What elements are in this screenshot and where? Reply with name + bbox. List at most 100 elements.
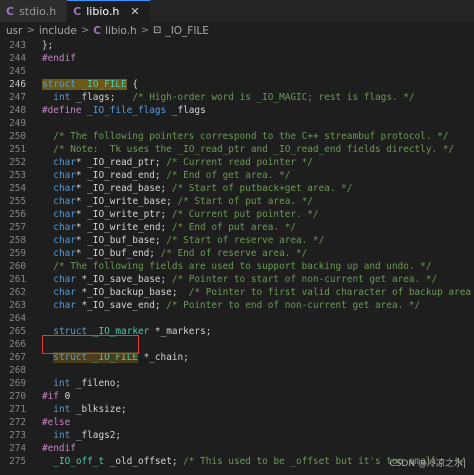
line-number: 269: [9, 378, 26, 389]
line-number: 270: [9, 391, 26, 402]
tab-libio-h[interactable]: C libio.h ✕: [67, 0, 151, 22]
breadcrumb-item-symbol[interactable]: _IO_FILE: [165, 25, 208, 37]
code-line[interactable]: 258 char* _IO_buf_base; /* Start of rese…: [0, 234, 474, 247]
line-number: 273: [9, 430, 26, 441]
code-token: char: [53, 248, 76, 259]
watermark: CSDN @冷凉之水|: [389, 459, 466, 469]
code-text: char* _IO_read_base; /* Start of putback…: [42, 182, 352, 195]
code-line[interactable]: 263 char *_IO_save_end; /* Pointer to en…: [0, 299, 474, 312]
code-line[interactable]: 243};: [0, 39, 474, 52]
line-number: 271: [9, 404, 26, 415]
code-line[interactable]: 260 /* The following fields are used to …: [0, 260, 474, 273]
breadcrumb-item-usr[interactable]: usr: [6, 25, 22, 37]
breadcrumb-item-file[interactable]: libio.h: [105, 25, 137, 37]
code-text: #endif: [42, 442, 76, 455]
line-number: 274: [9, 443, 26, 454]
tab-stdio-h[interactable]: C stdio.h: [0, 0, 68, 22]
line-number: 250: [9, 131, 26, 142]
code-text: int _blksize;: [42, 403, 127, 416]
line-number: 263: [9, 300, 26, 311]
code-token: * _IO_write_end;: [75, 222, 172, 233]
line-number: 247: [9, 92, 26, 103]
code-line[interactable]: 254 char* _IO_read_base; /* Start of put…: [0, 182, 474, 195]
code-line[interactable]: 244 #endif: [0, 52, 474, 65]
line-number: 260: [9, 261, 26, 272]
code-text: /* The following pointers correspond to …: [42, 130, 448, 143]
close-icon[interactable]: ✕: [130, 5, 139, 18]
code-line[interactable]: 255 char* _IO_write_base; /* Start of pu…: [0, 195, 474, 208]
struct-symbol-icon: ⊡: [153, 25, 162, 36]
c-file-icon: C: [73, 5, 82, 18]
code-line[interactable]: 253 char* _IO_read_end; /* End of get ar…: [0, 169, 474, 182]
code-line[interactable]: 268: [0, 364, 474, 377]
code-token: /* Current read pointer */: [166, 157, 313, 168]
line-number: 255: [9, 196, 26, 207]
code-line[interactable]: 264: [0, 312, 474, 325]
line-number: 258: [9, 235, 26, 246]
code-line[interactable]: 248 #define _IO_file_flags _flags: [0, 104, 474, 117]
breadcrumb: usr > include > C libio.h > ⊡ _IO_FILE: [0, 22, 474, 39]
tab-label: libio.h: [86, 5, 120, 18]
code-token: #endif: [42, 443, 76, 454]
highlight-box: [42, 335, 139, 354]
code-line[interactable]: 245: [0, 65, 474, 78]
code-text: char *_IO_save_end; /* Pointer to end of…: [42, 299, 420, 312]
code-token: int: [53, 404, 71, 415]
code-line[interactable]: 249: [0, 117, 474, 130]
code-line[interactable]: 250 /* The following pointers correspond…: [0, 130, 474, 143]
line-number: 256: [9, 209, 26, 220]
code-token: char: [53, 196, 76, 207]
code-line[interactable]: 259 char* _IO_buf_end; /* End of reserve…: [0, 247, 474, 260]
breadcrumb-item-include[interactable]: include: [39, 25, 77, 37]
tab-bar: C stdio.h C libio.h ✕: [0, 0, 474, 23]
code-line[interactable]: 252 char* _IO_read_ptr; /* Current read …: [0, 156, 474, 169]
code-line[interactable]: 256 char* _IO_write_ptr; /* Current put …: [0, 208, 474, 221]
line-number: 251: [9, 144, 26, 155]
code-token: *_chain;: [137, 352, 189, 363]
code-line[interactable]: 273 int _flags2;: [0, 429, 474, 442]
code-line[interactable]: 251 /* Note: Tk uses the _IO_read_ptr an…: [0, 143, 474, 156]
line-number: 268: [9, 365, 26, 376]
code-token: _flags: [166, 105, 206, 116]
line-number: 248: [9, 105, 26, 116]
code-text: struct _IO_FILE {: [42, 78, 138, 91]
code-text: int _flags2;: [42, 429, 121, 442]
code-editor[interactable]: 243}; 244 #endif 245 246 struct _IO_FILE {247…: [0, 39, 474, 475]
code-token: int: [53, 430, 71, 441]
code-line[interactable]: 246 struct _IO_FILE {: [0, 78, 474, 91]
code-line[interactable]: 257 char* _IO_write_end; /* End of put a…: [0, 221, 474, 234]
code-line[interactable]: 270 #if 0: [0, 390, 474, 403]
code-text: char *_IO_save_base; /* Pointer to start…: [42, 273, 437, 286]
code-line[interactable]: 269 int _fileno;: [0, 377, 474, 390]
code-token: /* End of get area. */: [166, 170, 291, 181]
code-token: int: [53, 92, 71, 103]
line-number: 259: [9, 248, 26, 259]
tab-label: stdio.h: [19, 4, 57, 18]
code-token: int: [53, 378, 71, 389]
code-line[interactable]: 272 #else: [0, 416, 474, 429]
code-token: char: [53, 170, 76, 181]
code-text: char* _IO_write_end; /* End of put area.…: [42, 221, 296, 234]
code-line[interactable]: 247 int _flags; /* High-order word is _I…: [0, 91, 474, 104]
code-token: [75, 79, 82, 90]
code-line[interactable]: 274 #endif: [0, 442, 474, 455]
code-line[interactable]: 271 int _blksize;: [0, 403, 474, 416]
code-line[interactable]: 262 char *_IO_backup_base; /* Pointer to…: [0, 286, 474, 299]
code-token: * _IO_read_ptr;: [75, 157, 167, 168]
line-number: 245: [9, 66, 26, 77]
code-line[interactable]: 261 char *_IO_save_base; /* Pointer to s…: [0, 273, 474, 286]
line-number: 249: [9, 118, 26, 129]
code-token: /* End of put area. */: [171, 222, 297, 233]
code-token: /* Start of putback+get area. */: [171, 183, 353, 194]
line-number: 254: [9, 183, 26, 194]
code-token: char: [53, 235, 76, 246]
code-token: * _IO_buf_end;: [75, 248, 161, 259]
code-token: _blksize;: [70, 404, 127, 415]
